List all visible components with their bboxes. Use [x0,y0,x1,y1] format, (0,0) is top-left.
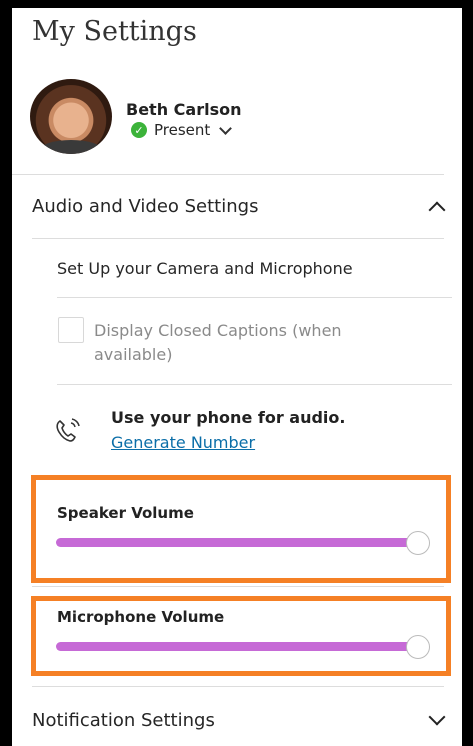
avatar [30,79,112,154]
divider [32,686,444,687]
page-title: My Settings [32,16,197,47]
setup-camera-microphone-link[interactable]: Set Up your Camera and Microphone [57,259,353,278]
divider [32,238,444,239]
settings-panel: My Settings Beth Carlson ✓ Present Audio… [12,8,462,746]
closed-captions-label: Display Closed Captions (when available) [94,321,342,364]
speaker-volume-label: Speaker Volume [57,504,194,522]
chevron-down-icon [428,708,446,726]
divider [12,174,444,175]
phone-icon [56,418,80,442]
phone-audio-title: Use your phone for audio. [111,408,346,427]
microphone-volume-group: Microphone Volume [31,596,451,676]
status-label: Present [154,121,211,139]
status-dropdown[interactable]: ✓ Present [131,121,233,139]
microphone-volume-track [56,642,416,651]
chevron-down-icon [219,121,233,135]
microphone-volume-thumb[interactable] [406,635,430,659]
divider [57,384,452,385]
generate-number-link[interactable]: Generate Number [111,433,255,452]
closed-captions-checkbox[interactable] [58,317,84,343]
speaker-volume-thumb[interactable] [406,531,430,555]
section-label-audio-video: Audio and Video Settings [32,196,259,217]
speaker-volume-group: Speaker Volume [31,475,451,583]
section-label-notification: Notification Settings [32,710,215,731]
chevron-up-icon [428,201,446,219]
divider [57,297,452,298]
user-name: Beth Carlson [126,100,242,119]
microphone-volume-label: Microphone Volume [57,608,225,626]
divider [32,586,444,587]
check-icon: ✓ [131,122,147,138]
speaker-volume-track [56,538,416,547]
